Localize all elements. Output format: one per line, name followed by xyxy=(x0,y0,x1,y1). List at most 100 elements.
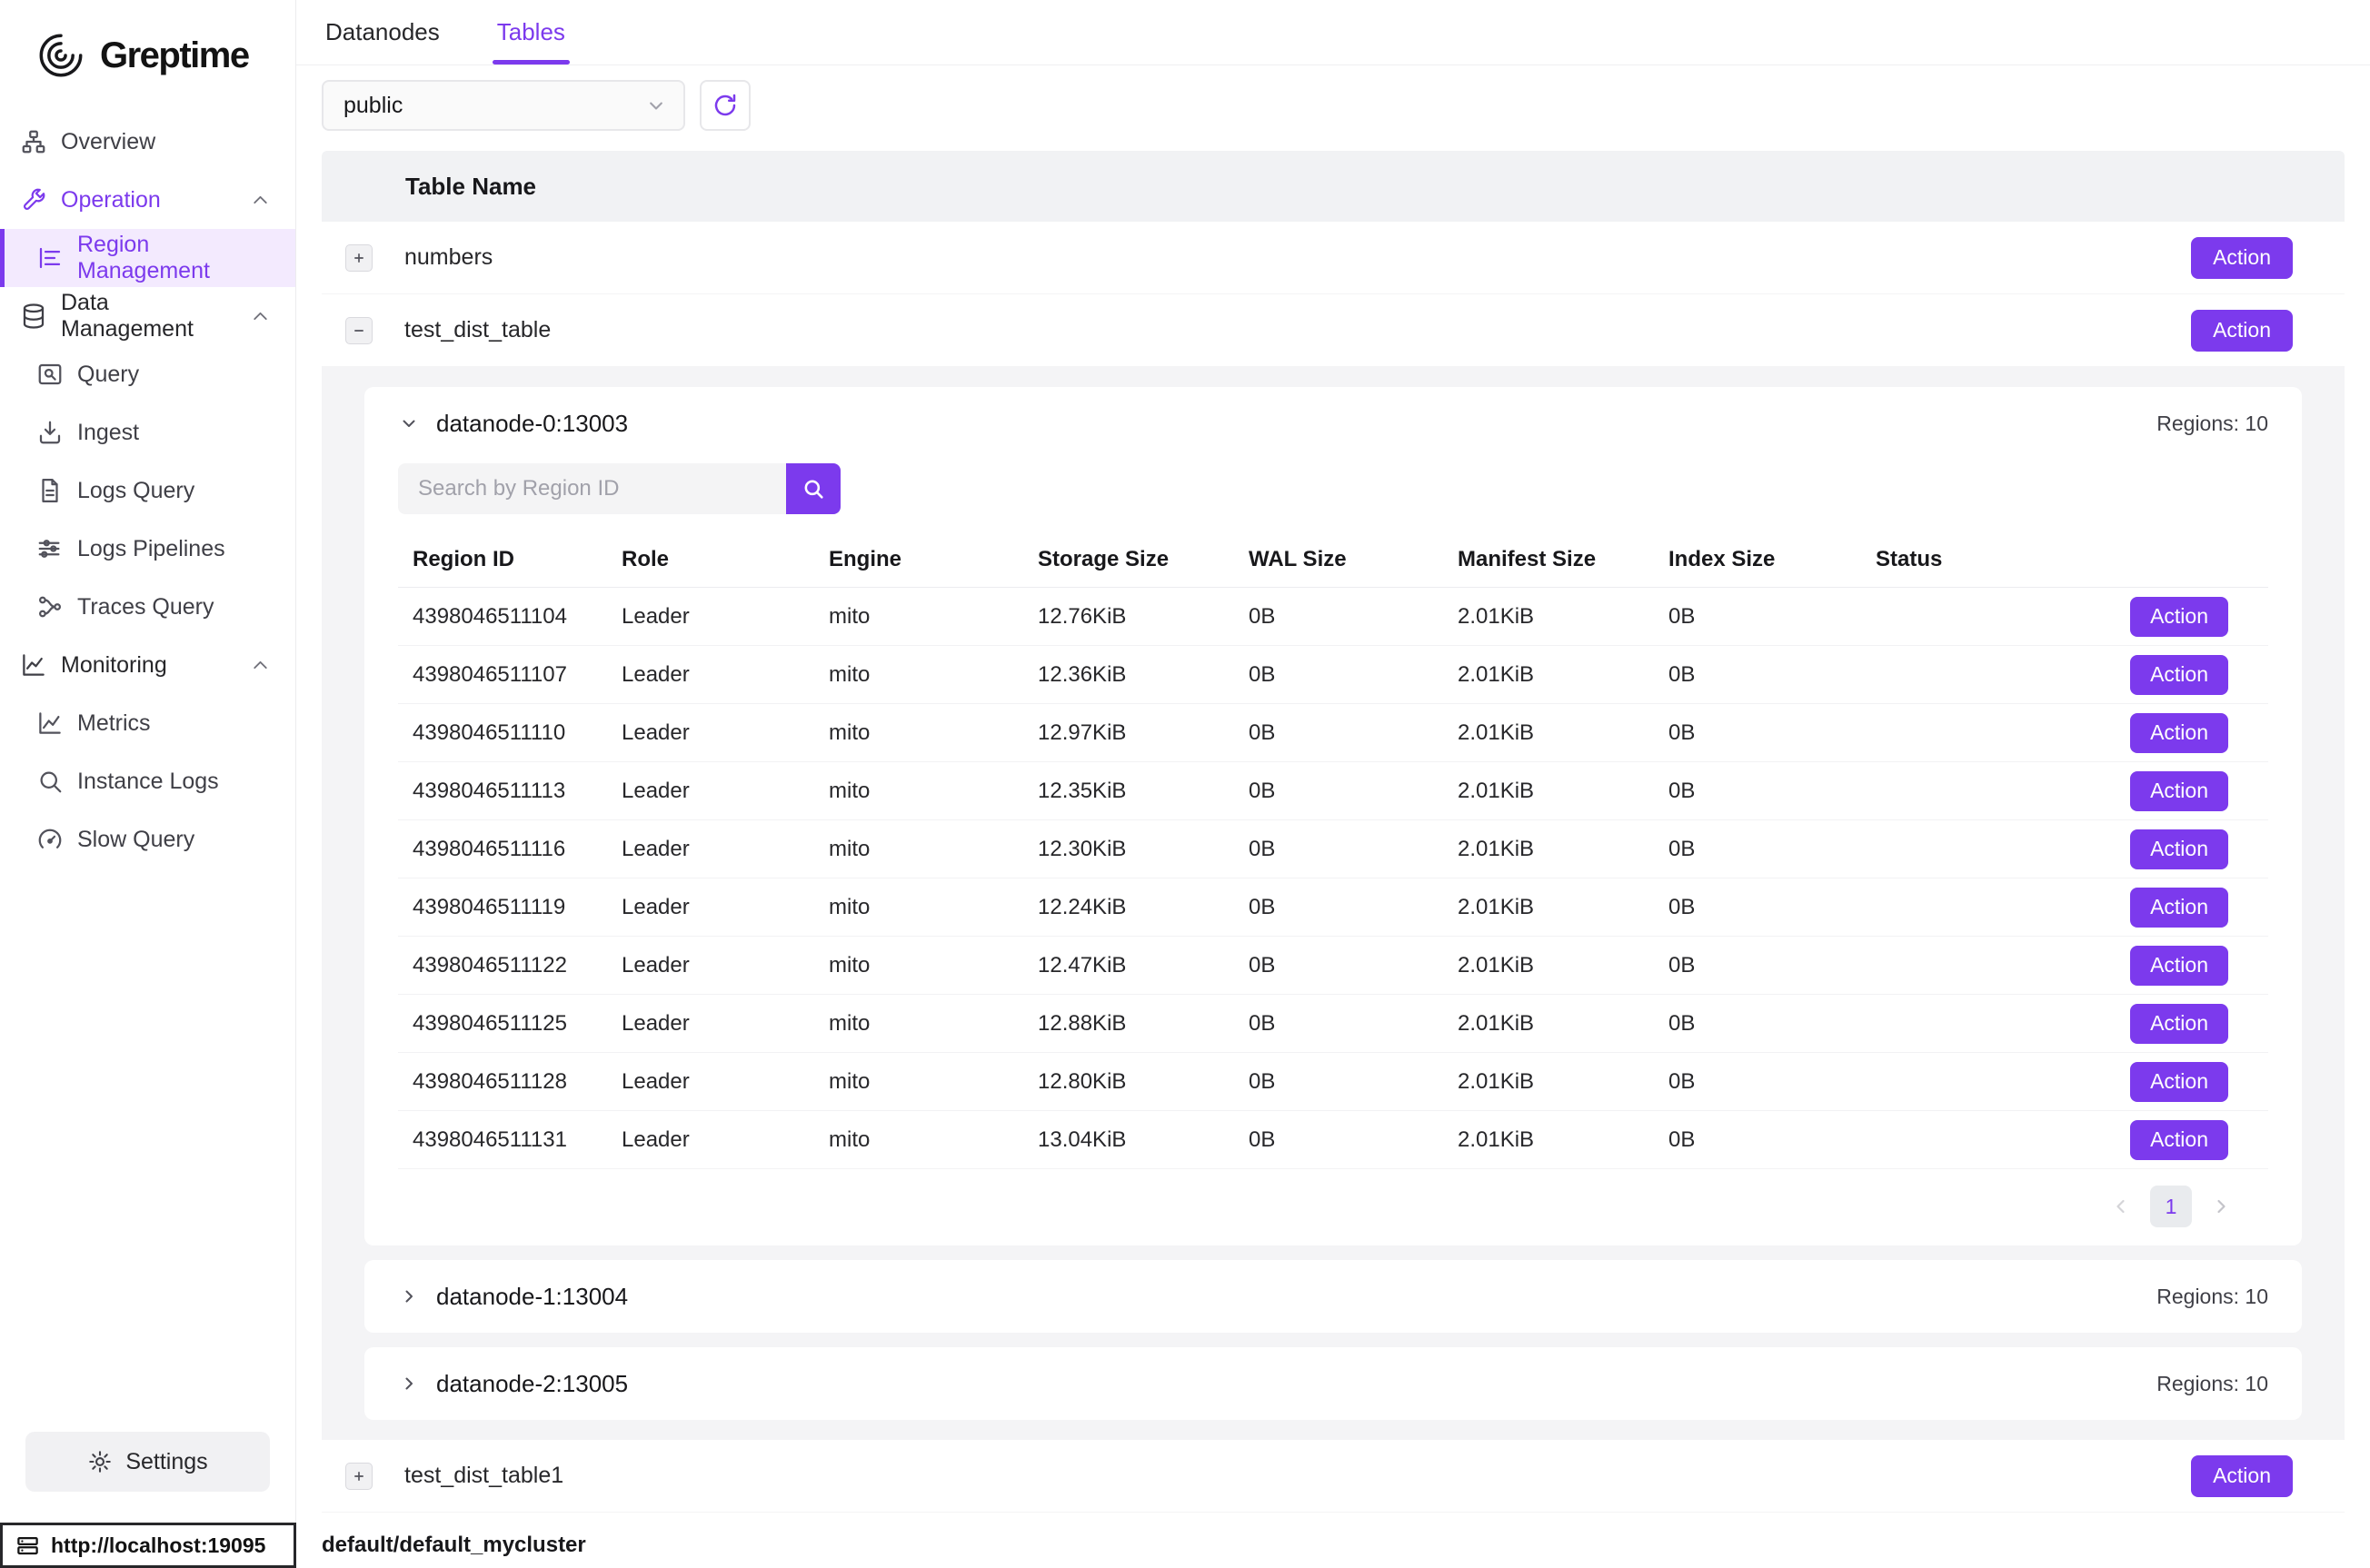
manifest-size-cell: 2.01KiB xyxy=(1443,588,1654,646)
storage-size-cell: 12.30KiB xyxy=(1023,820,1234,878)
sidebar-item-ingest[interactable]: Ingest xyxy=(0,403,295,461)
action-button[interactable]: Action xyxy=(2191,237,2293,279)
sidebar-item-logs-query[interactable]: Logs Query xyxy=(0,461,295,520)
wrench-icon xyxy=(20,186,47,213)
region-row: 4398046511107 Leader mito 12.36KiB 0B 2.… xyxy=(398,646,2268,704)
search-icon xyxy=(801,476,826,501)
host-indicator[interactable]: http://localhost:19095 xyxy=(0,1523,296,1568)
wal-size-cell: 0B xyxy=(1234,1111,1443,1169)
regions-count: Regions: 10 xyxy=(2156,412,2268,436)
chevron-up-icon xyxy=(249,305,272,328)
datanode-section-1: datanode-1:13004 Regions: 10 xyxy=(364,1260,2302,1333)
wal-size-cell: 0B xyxy=(1234,995,1443,1053)
region-action-button[interactable]: Action xyxy=(2130,655,2228,695)
collapse-button[interactable] xyxy=(345,317,373,344)
role-cell: Leader xyxy=(607,820,814,878)
sidebar-item-query[interactable]: Query xyxy=(0,345,295,403)
sidebar-item-monitoring[interactable]: Monitoring xyxy=(0,636,295,694)
brand-logo[interactable]: Greptime xyxy=(0,0,295,107)
region-action-button[interactable]: Action xyxy=(2130,771,2228,811)
region-id-cell: 4398046511125 xyxy=(398,995,607,1053)
col-manifest-size: Manifest Size xyxy=(1443,534,1654,588)
index-size-cell: 0B xyxy=(1654,1111,1861,1169)
region-action-button[interactable]: Action xyxy=(2130,888,2228,928)
sidebar-item-traces-query[interactable]: Traces Query xyxy=(0,578,295,636)
sidebar-item-metrics[interactable]: Metrics xyxy=(0,694,295,752)
sidebar-item-label: Query xyxy=(77,362,139,388)
status-cell xyxy=(1861,1053,2105,1111)
sidebar-item-data-management[interactable]: Data Management xyxy=(0,287,295,345)
sidebar-item-label: Monitoring xyxy=(61,652,167,679)
settings-button[interactable]: Settings xyxy=(25,1432,270,1492)
tables-list-header: Table Name xyxy=(322,151,2345,222)
region-action-button[interactable]: Action xyxy=(2130,829,2228,869)
search-button[interactable] xyxy=(786,463,841,514)
database-select[interactable]: public xyxy=(322,80,685,131)
region-action-button[interactable]: Action xyxy=(2130,713,2228,753)
expand-button[interactable] xyxy=(345,244,373,272)
region-action-button[interactable]: Action xyxy=(2130,1120,2228,1160)
action-button[interactable]: Action xyxy=(2191,310,2293,352)
sidebar-item-overview[interactable]: Overview xyxy=(0,113,295,171)
sidebar-item-instance-logs[interactable]: Instance Logs xyxy=(0,752,295,810)
index-size-cell: 0B xyxy=(1654,762,1861,820)
region-action-button[interactable]: Action xyxy=(2130,597,2228,637)
datanode-header[interactable]: datanode-1:13004 Regions: 10 xyxy=(364,1260,2302,1333)
refresh-button[interactable] xyxy=(700,80,751,131)
wal-size-cell: 0B xyxy=(1234,820,1443,878)
sitemap-icon xyxy=(20,128,47,155)
sidebar-item-label: Region Management xyxy=(77,232,272,284)
sidebar-item-region-management[interactable]: Region Management xyxy=(0,229,295,287)
chevron-down-icon xyxy=(643,93,669,118)
engine-cell: mito xyxy=(814,646,1023,704)
region-row: 4398046511119 Leader mito 12.24KiB 0B 2.… xyxy=(398,878,2268,937)
table-name-column-label: Table Name xyxy=(405,173,536,201)
sidebar-item-label: Overview xyxy=(61,129,155,155)
region-action-button[interactable]: Action xyxy=(2130,1004,2228,1044)
status-cell xyxy=(1861,588,2105,646)
role-cell: Leader xyxy=(607,995,814,1053)
table-expanded-panel: datanode-0:13003 Regions: 10 xyxy=(322,367,2345,1440)
minus-icon xyxy=(351,323,367,339)
chevron-left-icon[interactable] xyxy=(2110,1196,2132,1217)
datanode-header[interactable]: datanode-0:13003 Regions: 10 xyxy=(364,387,2302,460)
sidebar: Greptime Overview Operation Region Manag… xyxy=(0,0,296,1523)
status-cell xyxy=(1861,704,2105,762)
page-button[interactable]: 1 xyxy=(2150,1186,2192,1227)
manifest-size-cell: 2.01KiB xyxy=(1443,646,1654,704)
wal-size-cell: 0B xyxy=(1234,878,1443,937)
manifest-size-cell: 2.01KiB xyxy=(1443,704,1654,762)
region-action-button[interactable]: Action xyxy=(2130,1062,2228,1102)
role-cell: Leader xyxy=(607,1111,814,1169)
engine-cell: mito xyxy=(814,762,1023,820)
wal-size-cell: 0B xyxy=(1234,704,1443,762)
tab-tables[interactable]: Tables xyxy=(497,0,565,65)
role-cell: Leader xyxy=(607,646,814,704)
status-cell xyxy=(1861,878,2105,937)
col-role: Role xyxy=(607,534,814,588)
region-search-input[interactable] xyxy=(398,463,786,514)
region-table-header-row: Region ID Role Engine Storage Size WAL S… xyxy=(398,534,2268,588)
gear-icon xyxy=(87,1449,113,1474)
sidebar-item-logs-pipelines[interactable]: Logs Pipelines xyxy=(0,520,295,578)
expand-button[interactable] xyxy=(345,1463,373,1490)
sidebar-item-slow-query[interactable]: Slow Query xyxy=(0,810,295,868)
tab-datanodes[interactable]: Datanodes xyxy=(325,0,440,65)
action-button[interactable]: Action xyxy=(2191,1455,2293,1497)
datanode-section-0: datanode-0:13003 Regions: 10 xyxy=(364,387,2302,1245)
status-cell xyxy=(1861,1111,2105,1169)
col-storage-size: Storage Size xyxy=(1023,534,1234,588)
sidebar-item-label: Ingest xyxy=(77,420,139,446)
role-cell: Leader xyxy=(607,762,814,820)
region-action-button[interactable]: Action xyxy=(2130,946,2228,986)
datanode-header[interactable]: datanode-2:13005 Regions: 10 xyxy=(364,1347,2302,1420)
index-size-cell: 0B xyxy=(1654,820,1861,878)
sidebar-item-operation[interactable]: Operation xyxy=(0,171,295,229)
engine-cell: mito xyxy=(814,588,1023,646)
role-cell: Leader xyxy=(607,937,814,995)
table-row-test-dist-table: test_dist_table Action xyxy=(322,294,2345,367)
chevron-right-icon[interactable] xyxy=(2210,1196,2232,1217)
status-cell xyxy=(1861,995,2105,1053)
role-cell: Leader xyxy=(607,878,814,937)
manifest-size-cell: 2.01KiB xyxy=(1443,937,1654,995)
